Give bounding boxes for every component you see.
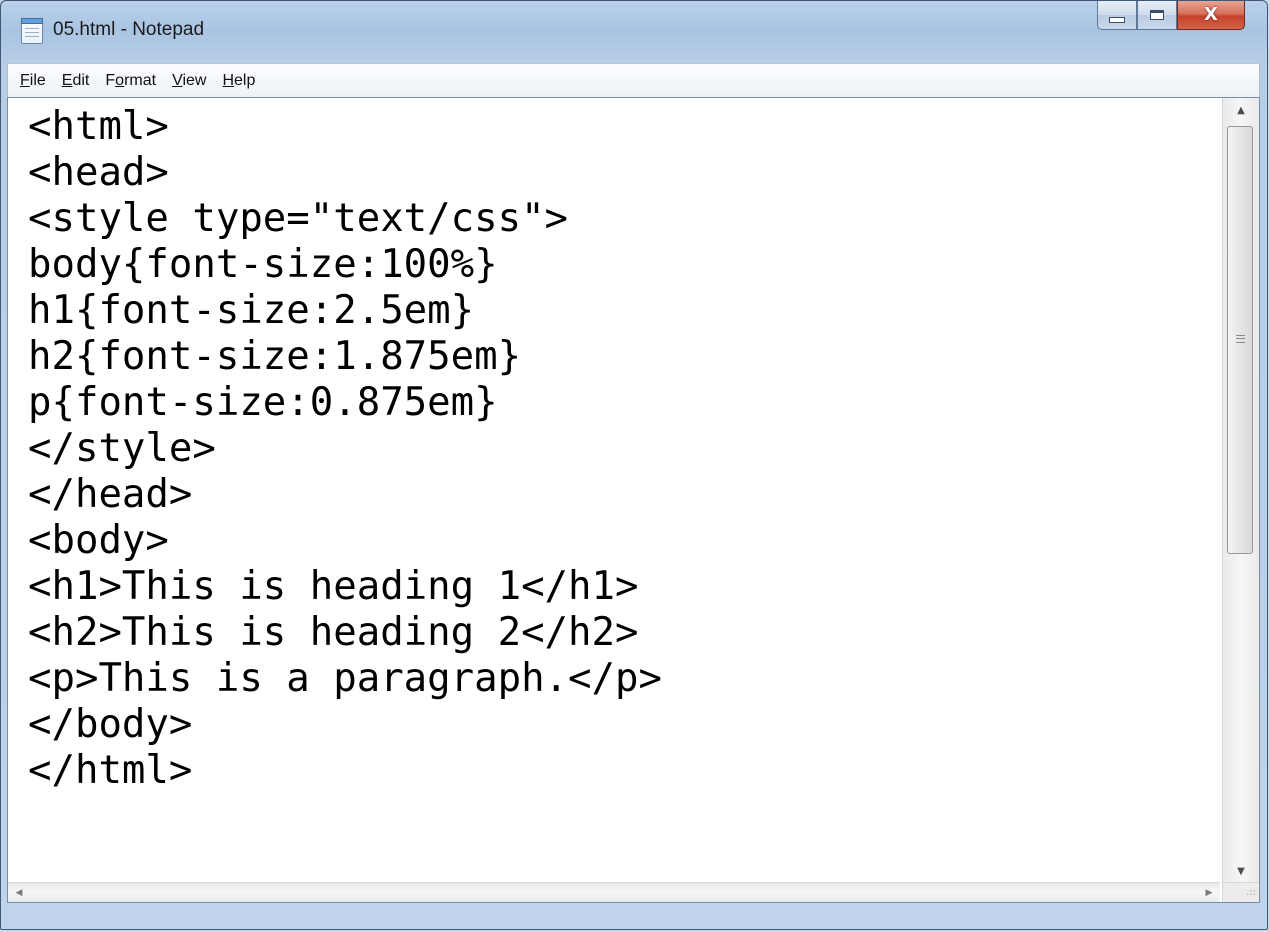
code-line: h1{font-size:2.5em}	[28, 288, 475, 333]
code-line: <p>This is a paragraph.</p>	[28, 656, 662, 701]
close-icon: X	[1204, 4, 1218, 25]
menu-file[interactable]: File	[12, 67, 54, 95]
notepad-window: 05.html - Notepad X File Edit Format Vie…	[0, 0, 1268, 930]
text-area[interactable]: <html> <head> <style type="text/css"> bo…	[8, 98, 1220, 883]
code-line: body{font-size:100%}	[28, 242, 498, 287]
menu-format[interactable]: Format	[97, 67, 164, 95]
code-line: <body>	[28, 518, 169, 563]
editor: <html> <head> <style type="text/css"> bo…	[7, 97, 1260, 903]
title-bar[interactable]: 05.html - Notepad X	[1, 1, 1267, 63]
code-line: <html>	[28, 104, 169, 149]
code-line: p{font-size:0.875em}	[28, 380, 498, 425]
vertical-scroll-thumb[interactable]	[1227, 126, 1253, 554]
code-line: <head>	[28, 150, 169, 195]
menu-view[interactable]: View	[164, 67, 214, 95]
vertical-scrollbar[interactable]: ▲ ▼	[1222, 98, 1259, 883]
scroll-left-icon[interactable]: ◀	[8, 883, 30, 902]
menu-edit[interactable]: Edit	[54, 67, 98, 95]
code-line: <h1>This is heading 1</h1>	[28, 564, 639, 609]
code-line: <style type="text/css">	[28, 196, 569, 241]
maximize-button[interactable]	[1137, 1, 1177, 30]
menu-bar: File Edit Format View Help	[7, 63, 1260, 97]
scroll-right-icon[interactable]: ▶	[1198, 883, 1220, 902]
code-line: </html>	[28, 748, 193, 793]
code-line: </body>	[28, 702, 193, 747]
notepad-icon[interactable]	[21, 18, 43, 44]
close-button[interactable]: X	[1177, 1, 1245, 30]
code-line: </head>	[28, 472, 193, 517]
size-grip-icon[interactable]: .::	[1222, 882, 1259, 902]
minimize-button[interactable]	[1097, 1, 1137, 30]
grip-icon	[1236, 335, 1245, 343]
minimize-icon	[1109, 17, 1125, 23]
code-line: </style>	[28, 426, 216, 471]
horizontal-scrollbar[interactable]: ◀ ▶	[8, 882, 1220, 902]
code-line: h2{font-size:1.875em}	[28, 334, 522, 379]
scroll-up-icon[interactable]: ▲	[1223, 98, 1259, 122]
code-line: <h2>This is heading 2</h2>	[28, 610, 639, 655]
window-title: 05.html - Notepad	[53, 19, 205, 40]
caption-buttons: X	[1097, 1, 1245, 31]
menu-help[interactable]: Help	[214, 67, 263, 95]
scroll-down-icon[interactable]: ▼	[1223, 859, 1259, 883]
maximize-icon	[1150, 10, 1164, 20]
